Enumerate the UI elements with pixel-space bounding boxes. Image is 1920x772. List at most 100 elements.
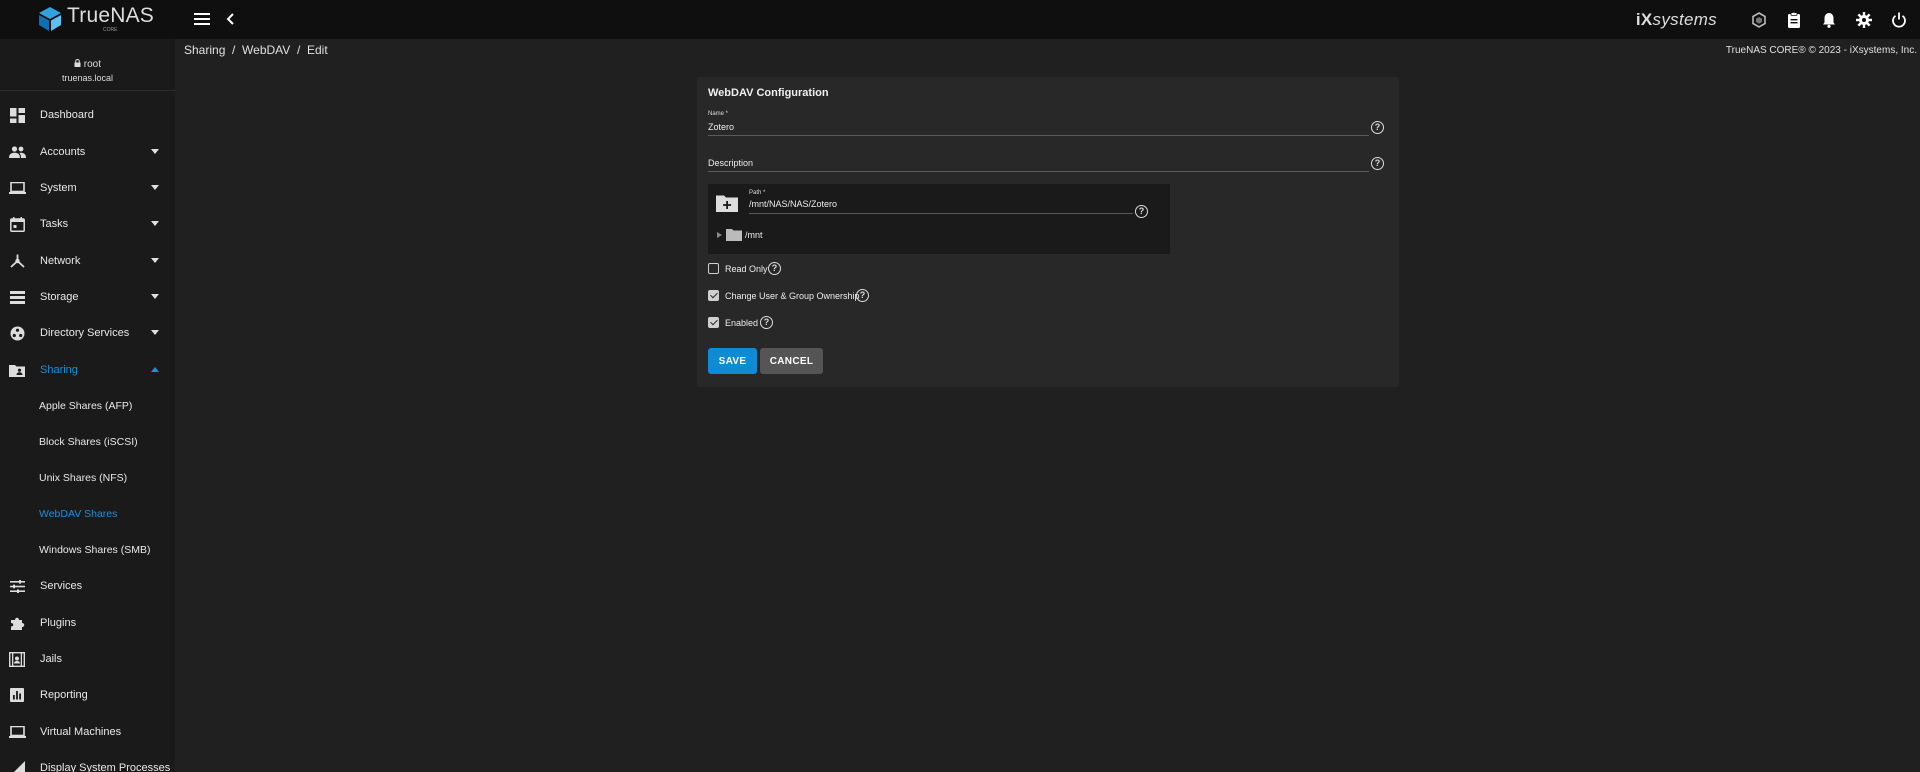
copyright-notice: TrueNAS CORE® © 2023 - iXsystems, Inc. <box>1725 45 1917 56</box>
truenas-logo-icon <box>39 7 61 31</box>
sidebar-item-label: Accounts <box>40 146 86 158</box>
sidebar-item-services[interactable]: Services <box>0 568 175 604</box>
alerts-button[interactable] <box>1811 0 1846 39</box>
power-icon <box>1891 12 1906 27</box>
computer-icon <box>8 726 26 738</box>
read-only-checkbox[interactable] <box>708 263 719 274</box>
sidebar-item-accounts[interactable]: Accounts <box>0 134 175 170</box>
path-input[interactable]: /mnt/NAS/NAS/Zotero <box>749 199 837 209</box>
processes-icon <box>13 760 25 772</box>
directory-services-icon <box>10 326 24 340</box>
sidebar-item-reporting[interactable]: Reporting <box>0 677 175 713</box>
ixsystems-logo[interactable]: iXsystems <box>1636 10 1717 30</box>
name-input-underline <box>708 135 1369 136</box>
hamburger-menu-icon <box>194 13 210 25</box>
sidebar-item-label: Virtual Machines <box>40 726 122 738</box>
chevron-up-icon <box>151 367 159 372</box>
sidebar-item-jails[interactable]: Jails <box>0 641 175 677</box>
sidebar-item-tasks[interactable]: Tasks <box>0 206 175 242</box>
sidebar-item-dashboard[interactable]: Dashboard <box>0 97 175 133</box>
add-folder-button[interactable] <box>716 194 738 214</box>
tune-icon <box>9 579 25 593</box>
sidebar-item-label: Dashboard <box>40 109 94 121</box>
name-help-icon[interactable]: ? <box>1371 121 1384 134</box>
enabled-help-icon[interactable]: ? <box>760 316 773 329</box>
webdav-configuration-card: WebDAV Configuration Name * Zotero ? Des… <box>697 77 1399 387</box>
tree-node-label: /mnt <box>745 229 763 240</box>
calendar-icon <box>9 216 25 232</box>
sidebar-item-storage[interactable]: Storage <box>0 279 175 315</box>
puzzle-icon <box>10 617 24 630</box>
chevron-down-icon <box>151 330 159 335</box>
lock-icon <box>74 59 81 67</box>
power-button[interactable] <box>1881 0 1916 39</box>
jail-icon <box>9 651 25 667</box>
clipboard-icon <box>1787 11 1800 28</box>
truecommand-button[interactable] <box>1741 0 1776 39</box>
bar-chart-icon <box>10 688 24 702</box>
breadcrumb-edit: Edit <box>306 43 328 57</box>
path-label: Path * <box>749 190 766 196</box>
logo-sub: CORE <box>103 27 118 33</box>
settings-button[interactable] <box>1846 0 1881 39</box>
path-input-underline <box>749 213 1133 214</box>
sidebar-item-system[interactable]: System <box>0 170 175 206</box>
sidebar-subitem-smb[interactable]: Windows Shares (SMB) <box>0 532 175 568</box>
chevron-down-icon <box>151 185 159 190</box>
logo-name: TrueNAS <box>67 4 154 27</box>
enabled-checkbox[interactable] <box>708 317 719 328</box>
change-ownership-help-icon[interactable]: ? <box>856 289 869 302</box>
read-only-help-icon[interactable]: ? <box>768 262 781 275</box>
tree-node-mnt[interactable]: /mnt <box>717 228 763 241</box>
change-ownership-label: Change User & Group Ownership <box>725 291 860 301</box>
description-input-underline <box>708 171 1369 172</box>
sidebar-subitem-webdav[interactable]: WebDAV Shares <box>0 496 175 532</box>
storage-icon <box>9 290 25 304</box>
cancel-button[interactable]: CANCEL <box>760 348 823 374</box>
chevron-left-icon <box>226 13 234 25</box>
change-ownership-checkbox[interactable] <box>708 290 719 301</box>
sidebar-item-display-system-processes[interactable]: Display System Processes <box>0 750 175 772</box>
people-icon <box>8 146 26 158</box>
folder-icon <box>726 229 742 241</box>
breadcrumb: Sharing / WebDAV / Edit <box>184 43 328 57</box>
sidebar-item-label: Plugins <box>40 617 77 629</box>
collapse-sidebar-button[interactable] <box>220 8 242 30</box>
sidebar-item-label: Services <box>40 580 83 592</box>
chevron-down-icon <box>151 221 159 226</box>
sidebar-item-label: System <box>40 182 77 194</box>
sidebar-subitem-afp[interactable]: Apple Shares (AFP) <box>0 388 175 424</box>
menu-toggle-button[interactable] <box>191 8 213 30</box>
name-input[interactable]: Zotero <box>708 122 734 132</box>
gear-icon <box>1855 11 1872 28</box>
sidebar-item-virtual-machines[interactable]: Virtual Machines <box>0 714 175 750</box>
hostname: truenas.local <box>61 73 114 83</box>
description-help-icon[interactable]: ? <box>1371 157 1384 170</box>
enabled-label: Enabled <box>725 318 759 328</box>
sidebar-item-plugins[interactable]: Plugins <box>0 605 175 641</box>
save-button[interactable]: SAVE <box>708 348 757 374</box>
username: root <box>0 59 175 70</box>
sidebar-item-sharing[interactable]: Sharing <box>0 352 175 388</box>
truenas-logo[interactable]: TrueNAS CORE <box>36 5 154 33</box>
folder-shared-icon <box>9 364 25 377</box>
sidebar-item-label: Jails <box>40 653 63 665</box>
sidebar-subitem-iscsi[interactable]: Block Shares (iSCSI) <box>0 424 175 460</box>
sidebar-item-label: Display System Processes <box>40 762 171 772</box>
description-input[interactable]: Description <box>708 158 753 168</box>
breadcrumb-webdav[interactable]: WebDAV <box>242 43 290 57</box>
top-bar: TrueNAS CORE iXsystems <box>0 0 1920 39</box>
path-help-icon[interactable]: ? <box>1135 205 1148 218</box>
sidebar-item-label: Reporting <box>40 689 88 701</box>
sidebar-item-label: Directory Services <box>40 327 130 339</box>
sidebar-item-network[interactable]: Network <box>0 243 175 279</box>
network-icon <box>9 254 25 268</box>
breadcrumb-sharing[interactable]: Sharing <box>184 43 225 57</box>
name-label: Name * <box>708 111 729 117</box>
sidebar-item-directory-services[interactable]: Directory Services <box>0 315 175 351</box>
chevron-down-icon <box>151 258 159 263</box>
truecommand-icon <box>1751 11 1766 28</box>
create-folder-icon <box>716 195 738 212</box>
sidebar-subitem-nfs[interactable]: Unix Shares (NFS) <box>0 460 175 496</box>
task-manager-button[interactable] <box>1776 0 1811 39</box>
